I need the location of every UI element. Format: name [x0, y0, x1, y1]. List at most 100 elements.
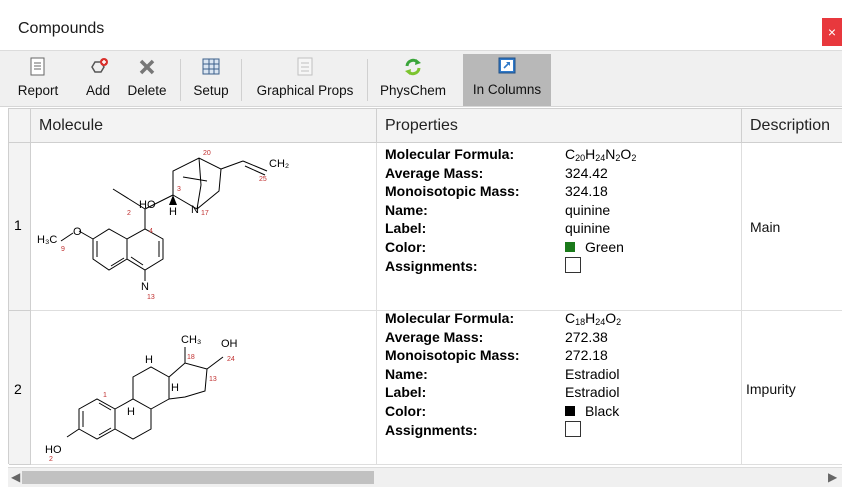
- h-label: H: [127, 406, 135, 418]
- assignments-key: Assignments:: [385, 421, 478, 438]
- refresh-cycle-icon: [405, 58, 421, 76]
- setup-label: Setup: [193, 83, 229, 98]
- ring-nitrogen-label: N: [191, 204, 199, 216]
- h-label: H: [145, 354, 153, 366]
- description-cell[interactable]: Impurity: [742, 311, 842, 465]
- column-header-properties[interactable]: Properties: [377, 109, 742, 143]
- add-molecule-icon: [91, 58, 108, 73]
- description-text: Impurity: [746, 381, 796, 397]
- h-label: H: [171, 382, 179, 394]
- report-label: Report: [17, 83, 59, 98]
- atom-number: 17: [201, 210, 209, 217]
- ho-label: HO: [139, 199, 156, 211]
- scrollbar-thumb[interactable]: [22, 471, 374, 484]
- report-icon: [30, 57, 45, 76]
- ch2-label: CH₂: [269, 158, 289, 170]
- corner-header: [9, 109, 31, 143]
- row-header[interactable]: 1: [9, 143, 31, 311]
- average-mass-value: 324.42: [565, 164, 608, 181]
- color-key: Color:: [385, 239, 427, 255]
- monoisotopic-mass-key: Monoisotopic Mass:: [385, 347, 520, 364]
- physchem-label: PhysChem: [379, 83, 447, 98]
- description-cell[interactable]: Main: [742, 143, 842, 311]
- in-columns-button[interactable]: In Columns: [463, 54, 551, 106]
- h3c-label: H₃C: [37, 234, 57, 246]
- horizontal-scrollbar[interactable]: ◀ ▶: [8, 467, 842, 487]
- molecule-cell[interactable]: HO H₃C O N N H CH₂ 2 3 4 17 20 25 9 13: [31, 143, 377, 311]
- setup-button[interactable]: Setup: [188, 55, 234, 105]
- name-key: Name:: [385, 201, 428, 218]
- name-value: quinine: [565, 201, 611, 218]
- graphical-props-label: Graphical Props: [256, 83, 354, 98]
- label-key: Label:: [385, 384, 427, 401]
- assignments-value: [565, 257, 581, 278]
- description-text: Main: [750, 219, 781, 235]
- molecule-cell[interactable]: HO OH CH₃ H H H 2 1 18 24 13: [31, 311, 377, 465]
- atom-number: 2: [49, 456, 53, 463]
- toolbar-separator: [180, 59, 181, 101]
- column-header-description[interactable]: Description: [742, 109, 842, 143]
- atom-number: 4: [149, 228, 153, 235]
- close-button[interactable]: ×: [822, 18, 842, 46]
- color-value: Black: [565, 402, 619, 421]
- compounds-table: Molecule Properties Description 1 HO H₃C…: [8, 108, 842, 465]
- monoisotopic-mass-value: 324.18: [565, 183, 608, 200]
- quinine-structure: HO H₃C O N N H CH₂ 2 3 4 17 20 25 9 13: [37, 150, 289, 301]
- assignments-checkbox[interactable]: [565, 257, 581, 273]
- average-mass-value: 272.38: [565, 328, 608, 345]
- column-header-molecule[interactable]: Molecule: [31, 109, 377, 143]
- assignments-value: [565, 421, 581, 442]
- properties-list: Molecular Formula: C20H24N2O2 Average Ma…: [385, 145, 735, 305]
- scroll-right-icon[interactable]: ▶: [828, 470, 837, 484]
- atom-number: 2: [127, 210, 131, 217]
- report-button[interactable]: Report: [12, 55, 64, 105]
- add-button[interactable]: Add: [78, 55, 118, 105]
- color-value: Green: [565, 238, 624, 257]
- name-value: Estradiol: [565, 365, 620, 382]
- row-header[interactable]: 2: [9, 311, 31, 465]
- h-label: H: [169, 206, 177, 218]
- monoisotopic-mass-value: 272.18: [565, 347, 608, 364]
- assignments-checkbox[interactable]: [565, 421, 581, 437]
- label-value: quinine: [565, 220, 611, 237]
- name-key: Name:: [385, 365, 428, 382]
- ch3-label: CH₃: [181, 334, 201, 346]
- average-mass-key: Average Mass:: [385, 164, 484, 181]
- atom-number: 18: [187, 354, 195, 361]
- graphical-props-icon: [297, 57, 313, 76]
- window-title: Compounds: [18, 20, 105, 37]
- toolbar-separator: [241, 59, 242, 101]
- label-key: Label:: [385, 220, 427, 237]
- color-swatch: [565, 406, 575, 416]
- atom-number: 9: [61, 246, 65, 253]
- estradiol-structure: HO OH CH₃ H H H 2 1 18 24 13: [45, 334, 238, 463]
- delete-label: Delete: [127, 83, 167, 98]
- delete-button[interactable]: Delete: [122, 55, 172, 105]
- atom-number: 24: [227, 356, 235, 363]
- atom-number: 3: [177, 186, 181, 193]
- atom-number: 1: [103, 392, 107, 399]
- toolbar: Report Add Delete Setup Graphical Props …: [0, 50, 842, 107]
- window-titlebar: Compounds ×: [0, 0, 842, 50]
- delete-x-icon: [139, 59, 155, 75]
- scroll-left-icon[interactable]: ◀: [11, 470, 20, 484]
- graphical-props-button[interactable]: Graphical Props: [250, 55, 360, 105]
- color-swatch: [565, 242, 575, 252]
- formula-key: Molecular Formula:: [385, 310, 515, 326]
- oxygen-label: O: [73, 226, 82, 238]
- formula-key: Molecular Formula:: [385, 146, 515, 162]
- assignments-key: Assignments:: [385, 257, 478, 274]
- average-mass-key: Average Mass:: [385, 328, 484, 345]
- properties-cell: Molecular Formula: C20H24N2O2 Average Ma…: [377, 143, 742, 311]
- monoisotopic-mass-key: Monoisotopic Mass:: [385, 183, 520, 200]
- atom-number: 13: [209, 376, 217, 383]
- atom-number: 20: [203, 150, 211, 157]
- color-key: Color:: [385, 403, 427, 419]
- physchem-button[interactable]: PhysChem: [374, 55, 452, 105]
- toolbar-separator: [367, 59, 368, 101]
- in-columns-label: In Columns: [472, 82, 542, 97]
- properties-list: Molecular Formula: C18H24O2 Average Mass…: [385, 309, 735, 459]
- atom-number: 13: [147, 294, 155, 301]
- properties-cell: Molecular Formula: C18H24O2 Average Mass…: [377, 309, 742, 465]
- ho-label: HO: [45, 444, 62, 456]
